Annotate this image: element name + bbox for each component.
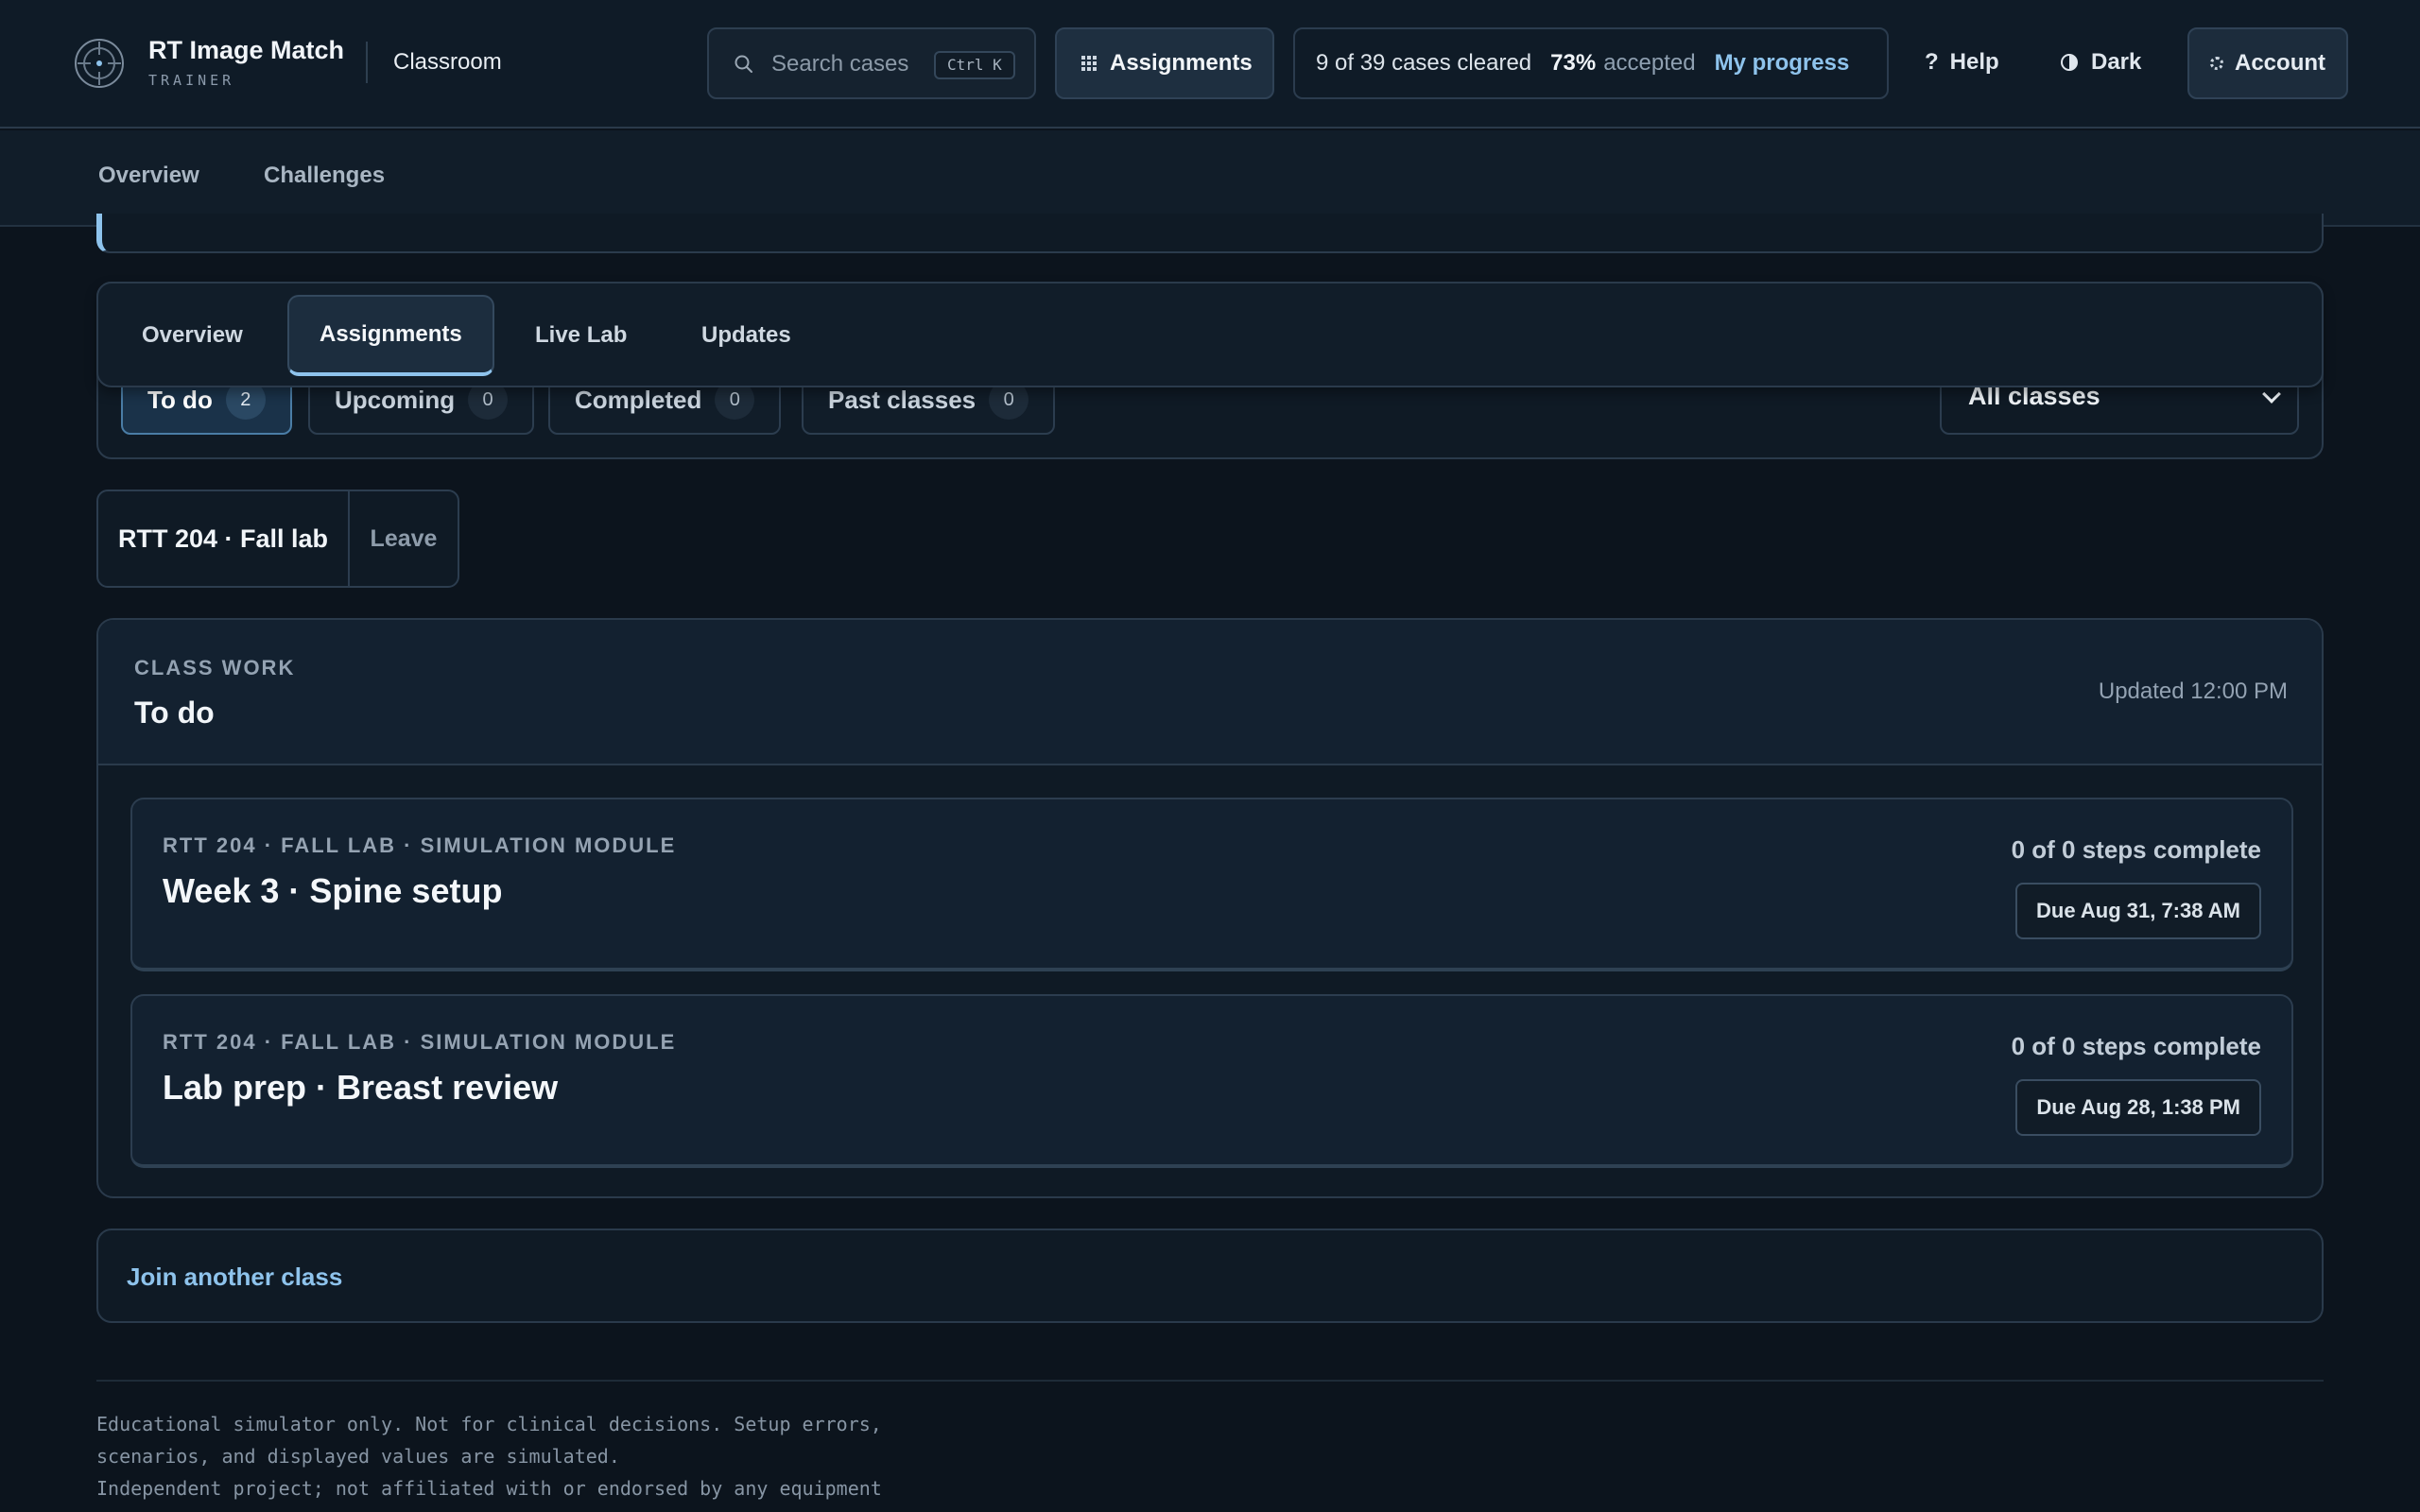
top-header: RT Image Match TRAINER Classroom Ctrl K … xyxy=(0,0,2420,129)
assignment-eyebrow: RTT 204 · FALL LAB · SIMULATION MODULE xyxy=(163,833,677,857)
assignment-steps: 0 of 0 steps complete xyxy=(2011,1032,2261,1060)
filter-chip-label: Upcoming xyxy=(335,385,456,414)
filter-chip-label: Completed xyxy=(575,385,702,414)
search-shortcut-badge: Ctrl K xyxy=(934,51,1015,79)
search-box[interactable]: Ctrl K xyxy=(707,27,1036,99)
search-input[interactable] xyxy=(771,46,923,82)
question-mark-icon: ? xyxy=(1925,49,1939,75)
search-icon xyxy=(735,55,752,73)
join-class-panel: Join another class xyxy=(96,1228,2324,1323)
assignments-button-label: Assignments xyxy=(1110,50,1253,76)
assignment-due-badge: Due Aug 28, 1:38 PM xyxy=(2015,1079,2261,1136)
sub-navigation: Overview Challenges xyxy=(0,130,2420,227)
progress-summary: 9 of 39 cases cleared 73% accepted My pr… xyxy=(1293,27,1889,99)
theme-toggle-label: Dark xyxy=(2091,49,2142,75)
help-button-label: Help xyxy=(1949,49,1999,75)
gear-icon xyxy=(2210,57,2223,70)
footer-line: scenarios, and displayed values are simu… xyxy=(96,1445,620,1468)
assignment-title: Week 3 · Spine setup xyxy=(163,871,503,910)
contrast-icon xyxy=(2061,54,2078,71)
account-button-label: Account xyxy=(2235,50,2325,76)
brand-subtitle: TRAINER xyxy=(148,72,235,89)
brand-name: RT Image Match xyxy=(148,36,345,64)
footer-disclaimer: Educational simulator only. Not for clin… xyxy=(96,1408,1231,1504)
section-title: Classroom xyxy=(393,49,502,75)
assignment-due-badge: Due Aug 31, 7:38 AM xyxy=(2015,883,2261,939)
help-button[interactable]: ? Help xyxy=(1925,45,1999,79)
class-work-eyebrow: CLASS WORK xyxy=(134,656,296,679)
theme-toggle-button[interactable]: Dark xyxy=(2061,45,2141,79)
accepted-percent: 73% xyxy=(1550,50,1597,76)
footer-line: Independent project; not affiliated with… xyxy=(96,1477,882,1500)
tab-live-lab[interactable]: Live Lab xyxy=(505,295,657,376)
chevron-down-icon xyxy=(2262,385,2281,404)
classroom-tabs: Overview Assignments Live Lab Updates xyxy=(96,282,2324,387)
assignment-steps: 0 of 0 steps complete xyxy=(2011,835,2261,864)
crosshair-logo-icon xyxy=(75,39,124,88)
class-work-title: To do xyxy=(134,696,215,730)
notice-banner xyxy=(96,214,2324,253)
leave-class-button[interactable]: Leave xyxy=(350,491,458,586)
class-chip: RTT 204 · Fall lab Leave xyxy=(96,490,459,588)
filter-chip-label: To do xyxy=(147,385,213,414)
assignments-button[interactable]: Assignments xyxy=(1055,27,1274,99)
footer-divider xyxy=(96,1380,2324,1382)
my-progress-link[interactable]: My progress xyxy=(1715,50,1850,77)
tab-overview[interactable]: Overview xyxy=(112,295,273,376)
tab-assignments[interactable]: Assignments xyxy=(287,295,494,376)
assignment-card[interactable]: RTT 204 · FALL LAB · SIMULATION MODULE W… xyxy=(130,798,2293,971)
assignment-title: Lab prep · Breast review xyxy=(163,1068,559,1107)
class-chip-name[interactable]: RTT 204 · Fall lab xyxy=(98,491,350,586)
grid-icon xyxy=(1081,56,1097,71)
account-button[interactable]: Account xyxy=(2187,27,2348,99)
join-another-class-link[interactable]: Join another class xyxy=(127,1263,342,1292)
assignment-card[interactable]: RTT 204 · FALL LAB · SIMULATION MODULE L… xyxy=(130,994,2293,1168)
brand-divider xyxy=(366,42,368,83)
footer-line: Educational simulator only. Not for clin… xyxy=(96,1413,882,1435)
cases-cleared-text: 9 of 39 cases cleared xyxy=(1316,50,1532,76)
filter-chip-label: Past classes xyxy=(828,385,977,414)
updated-timestamp: Updated 12:00 PM xyxy=(2098,679,2288,704)
tab-updates[interactable]: Updates xyxy=(671,295,821,376)
subnav-item-challenges[interactable]: Challenges xyxy=(264,163,385,189)
accepted-label: accepted xyxy=(1603,50,1696,76)
subnav-item-overview[interactable]: Overview xyxy=(98,163,199,189)
class-work-panel: CLASS WORK To do Updated 12:00 PM RTT 20… xyxy=(96,618,2324,1198)
class-work-header: CLASS WORK To do Updated 12:00 PM xyxy=(98,620,2322,765)
assignment-eyebrow: RTT 204 · FALL LAB · SIMULATION MODULE xyxy=(163,1030,677,1054)
